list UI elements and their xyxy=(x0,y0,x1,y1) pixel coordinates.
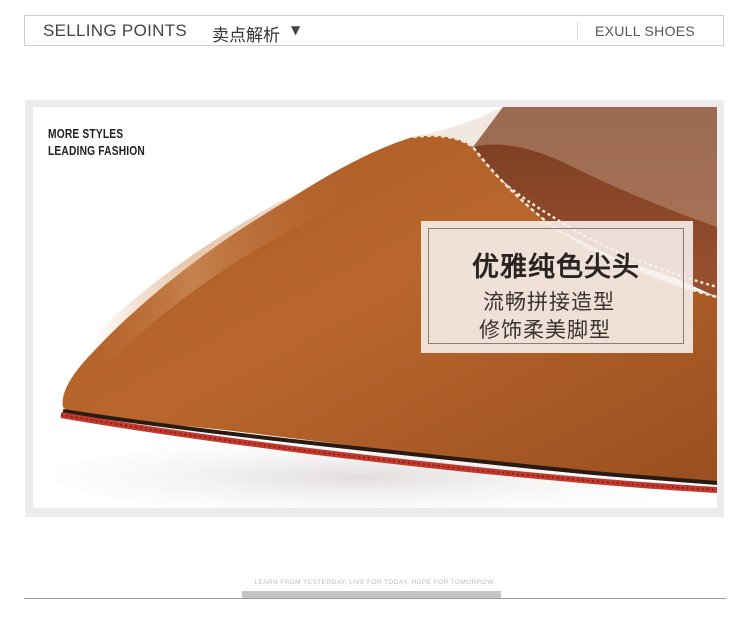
brand-name: EXULL SHOES xyxy=(595,23,696,39)
header-title-cn: 卖点解析 xyxy=(212,26,280,46)
tagline-line-1: MORE STYLES xyxy=(48,127,124,141)
callout-line-2: 修饰柔美脚型 xyxy=(479,318,611,342)
callout-border: 优雅纯色尖头 流畅拼接造型 修饰柔美脚型 xyxy=(428,228,684,344)
footer-bar xyxy=(242,591,501,598)
feature-callout: 优雅纯色尖头 流畅拼接造型 修饰柔美脚型 xyxy=(421,221,693,353)
triangle-down-icon: ▼ xyxy=(291,23,301,37)
footer-slogan: LEARN FROM YESTERDAY, LIVE FOR TODAY, HO… xyxy=(254,579,496,586)
section-header: SELLING POINTS 卖点解析 ▼ EXULL SHOES xyxy=(24,15,724,46)
footer-divider xyxy=(24,598,726,599)
header-title-en: SELLING POINTS xyxy=(43,21,188,40)
tagline-line-2: LEADING FASHION xyxy=(48,144,146,158)
header-divider xyxy=(577,23,578,40)
callout-line-1: 流畅拼接造型 xyxy=(483,290,615,314)
photo-tagline: MORE STYLES LEADING FASHION xyxy=(48,126,145,160)
callout-title: 优雅纯色尖头 xyxy=(472,252,640,283)
